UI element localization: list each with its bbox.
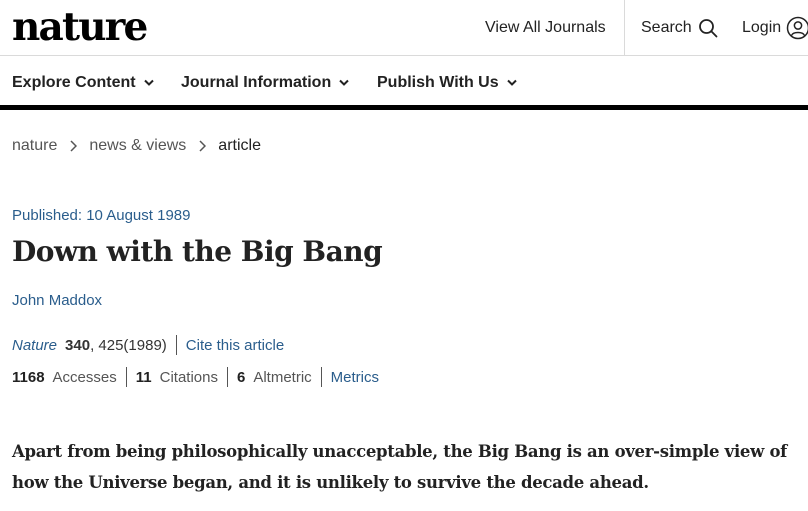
altmetric-label: Altmetric <box>253 368 312 386</box>
divider <box>125 367 127 387</box>
site-header: nature View All Journals Search Login <box>0 0 808 56</box>
pages-year: , 425(1989) <box>90 336 167 354</box>
search-label: Search <box>641 18 692 36</box>
nav-item-label: Publish With Us <box>377 74 499 91</box>
breadcrumb: nature news & views article <box>12 135 261 157</box>
cite-this-article-link[interactable]: Cite this article <box>186 337 284 354</box>
nav-explore-content[interactable]: Explore Content <box>12 56 154 110</box>
divider <box>320 367 322 387</box>
article-lead: Apart from being philosophically unaccep… <box>12 442 787 492</box>
accesses-count: 1168 <box>12 368 45 386</box>
citations-label: Citations <box>159 368 218 386</box>
article-metrics: 1168 Accesses 11 Citations 6 Altmetric M… <box>12 367 379 387</box>
nav-publish-with-us[interactable]: Publish With Us <box>377 56 517 110</box>
nav-item-label: Explore Content <box>12 74 136 91</box>
chevron-right-icon <box>199 140 207 152</box>
view-all-journals-link[interactable]: View All Journals <box>485 0 606 55</box>
chevron-right-icon <box>70 140 78 152</box>
nav-item-label: Journal Information <box>181 74 332 91</box>
login-button[interactable]: Login <box>742 0 808 55</box>
user-icon <box>786 16 808 40</box>
chevron-down-icon <box>506 79 517 87</box>
chevron-down-icon <box>339 79 349 87</box>
citation-info: Nature 340 , 425(1989) Cite this article <box>12 335 284 355</box>
search-button[interactable]: Search <box>641 0 718 55</box>
citations-count: 11 <box>135 368 152 386</box>
breadcrumb-nature[interactable]: nature <box>12 137 57 155</box>
metrics-link[interactable]: Metrics <box>331 369 379 386</box>
nav-journal-information[interactable]: Journal Information <box>181 56 349 110</box>
breadcrumb-news-views[interactable]: news & views <box>89 137 186 155</box>
journal-link[interactable]: Nature <box>12 337 57 354</box>
main-nav: Explore Content Journal Information Publ… <box>0 56 808 110</box>
published-date: Published: 10 August 1989 <box>12 207 191 224</box>
chevron-down-icon <box>143 79 154 87</box>
altmetric-count: 6 <box>236 368 246 386</box>
volume: 340 <box>65 336 91 354</box>
search-icon <box>698 18 718 38</box>
author-link[interactable]: John Maddox <box>12 292 102 309</box>
divider <box>226 367 228 387</box>
header-divider <box>624 0 625 55</box>
accesses-label: Accesses <box>52 368 117 386</box>
article-title: Down with the Big Bang <box>12 235 383 268</box>
login-label: Login <box>742 18 782 36</box>
divider <box>175 335 177 355</box>
nature-logo[interactable]: nature <box>12 2 148 52</box>
breadcrumb-article: article <box>218 137 261 154</box>
